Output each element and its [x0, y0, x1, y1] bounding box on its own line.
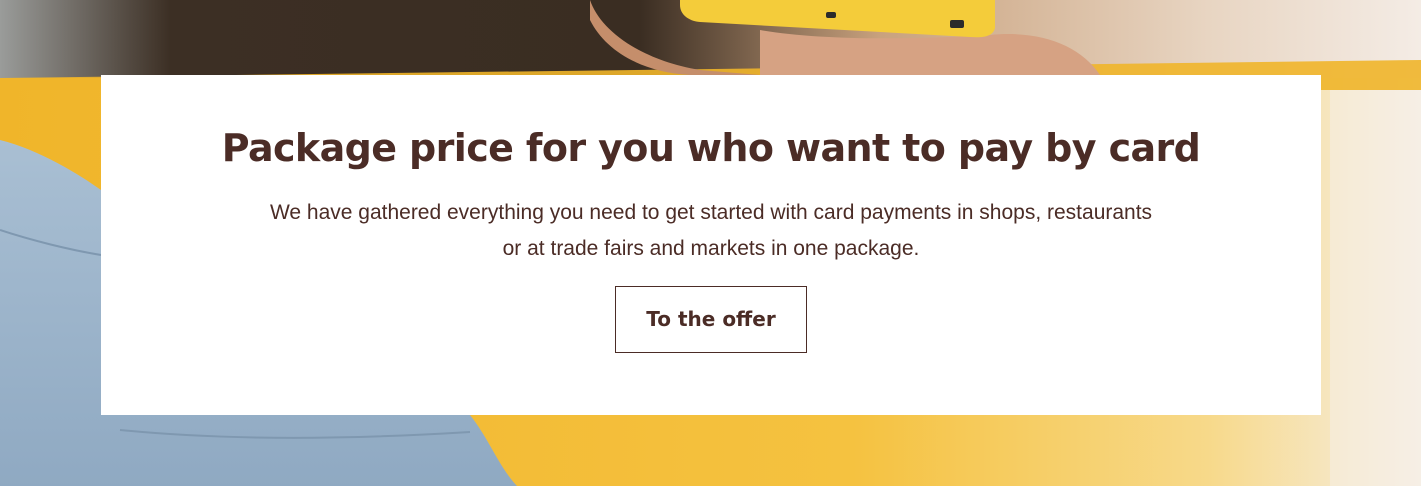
cta-button-label: To the offer — [646, 307, 776, 331]
promo-card: Package price for you who want to pay by… — [101, 75, 1321, 415]
to-the-offer-button[interactable]: To the offer — [615, 286, 807, 353]
promo-description: We have gathered everything you need to … — [269, 201, 1153, 260]
promo-hero: Package price for you who want to pay by… — [0, 0, 1421, 489]
promo-headline: Package price for you who want to pay by… — [221, 126, 1201, 170]
